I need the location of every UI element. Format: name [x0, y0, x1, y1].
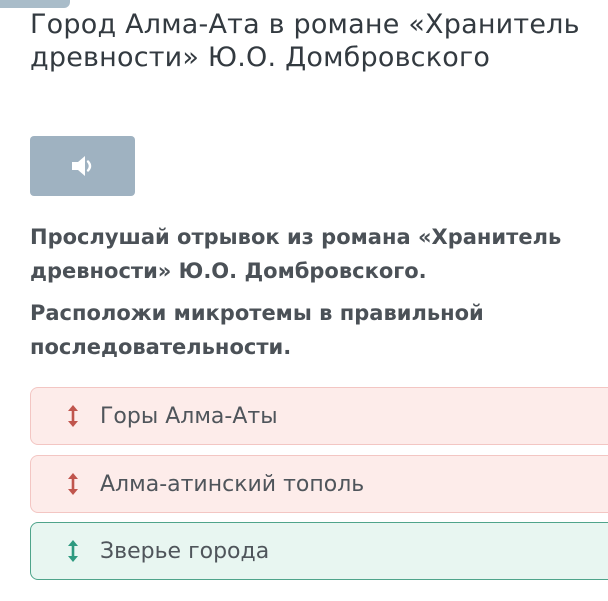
instruction-order: Расположи микротемы в правильной последо…	[30, 301, 484, 359]
instruction-listen: Прослушай отрывок из романа «Хранитель д…	[30, 225, 562, 283]
drag-handle-icon[interactable]	[62, 538, 84, 564]
play-audio-button[interactable]	[30, 136, 135, 196]
speaker-icon	[69, 152, 97, 180]
sortable-item-poplar[interactable]: Алма-атинский тополь	[30, 455, 608, 513]
page-title: Город Алма-Ата в романе «Хранитель древн…	[30, 9, 580, 73]
top-tab[interactable]	[0, 0, 70, 8]
drag-handle-icon[interactable]	[62, 471, 84, 497]
drag-handle-icon[interactable]	[62, 403, 84, 429]
sortable-item-label: Зверье города	[100, 538, 270, 564]
sortable-item-label: Алма-атинский тополь	[100, 471, 365, 497]
sortable-item-mountains[interactable]: Горы Алма-Аты	[30, 387, 608, 445]
exercise-page: Город Алма-Ата в романе «Хранитель древн…	[0, 0, 608, 601]
sortable-item-label: Горы Алма-Аты	[100, 403, 278, 429]
sortable-item-animals[interactable]: Зверье города	[30, 522, 608, 580]
